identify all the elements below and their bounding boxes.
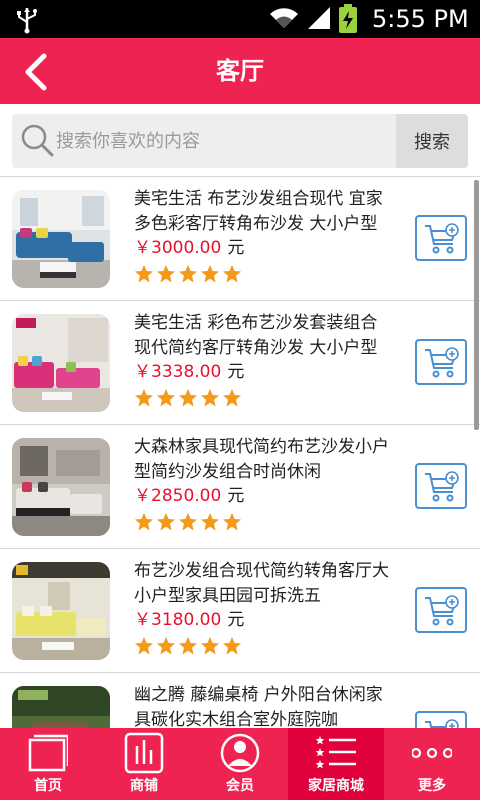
cart-add-icon	[425, 471, 459, 502]
star-icon	[201, 513, 219, 531]
star-icon	[201, 389, 219, 407]
product-price-line: ￥2850.00 元	[134, 483, 244, 509]
product-name: 幽之腾 藤编桌椅 户外阳台休闲家具碳化实木组合室外庭院咖	[134, 685, 383, 728]
product-price-line: ￥3338.00 元	[134, 359, 244, 385]
rating-stars	[134, 512, 242, 534]
product-price: ￥3338.00	[134, 362, 222, 382]
add-to-cart-button[interactable]	[415, 711, 467, 728]
price-unit: 元	[227, 610, 245, 630]
star-icon	[157, 389, 175, 407]
star-icon	[179, 637, 197, 655]
product-price: ￥3000.00	[134, 238, 222, 258]
product-name: 布艺沙发组合现代简约转角客厅大小户型家具田园可拆洗五	[134, 561, 389, 606]
star-icon	[157, 513, 175, 531]
product-name: 大森林家具现代简约布艺沙发小户型简约沙发组合时尚休闲	[134, 437, 389, 482]
product-image	[12, 438, 110, 536]
star-icon	[157, 265, 175, 283]
product-name: 美宅生活 布艺沙发组合现代 宜家多色彩客厅转角布沙发 大小户型	[134, 189, 383, 234]
rating-stars	[134, 264, 242, 286]
more-icon	[412, 747, 452, 759]
nav-home-mall[interactable]: 家居商城	[288, 728, 384, 800]
home-icon	[28, 734, 68, 772]
nav-label: 商铺	[130, 778, 158, 794]
product-price: ￥3180.00	[134, 610, 222, 630]
nav-label: 家居商城	[308, 778, 364, 794]
star-icon	[223, 389, 241, 407]
star-icon	[223, 513, 241, 531]
cart-add-icon	[425, 223, 459, 254]
search-input[interactable]	[56, 114, 404, 168]
star-icon	[157, 637, 175, 655]
star-icon	[135, 389, 153, 407]
add-to-cart-button[interactable]	[415, 339, 467, 385]
add-to-cart-button[interactable]	[415, 587, 467, 633]
product-image	[12, 562, 110, 660]
star-icon	[223, 637, 241, 655]
product-item[interactable]: 美宅生活 布艺沙发组合现代 宜家多色彩客厅转角布沙发 大小户型 ￥3000.00…	[0, 177, 480, 301]
product-price: ￥2850.00	[134, 486, 222, 506]
mall-list-icon	[316, 736, 356, 769]
product-item[interactable]: 布艺沙发组合现代简约转角客厅大小户型家具田园可拆洗五 ￥3180.00 元	[0, 549, 480, 673]
product-name: 美宅生活 彩色布艺沙发套装组合 现代简约客厅转角沙发 大小户型	[134, 313, 378, 358]
price-unit: 元	[227, 238, 245, 258]
scrollbar[interactable]	[474, 180, 479, 430]
title-bar: 客厅	[0, 38, 480, 104]
product-image	[12, 686, 110, 728]
search-button[interactable]: 搜索	[396, 114, 468, 168]
star-icon	[135, 513, 153, 531]
add-to-cart-button[interactable]	[415, 215, 467, 261]
product-item[interactable]: 大森林家具现代简约布艺沙发小户型简约沙发组合时尚休闲 ￥2850.00 元	[0, 425, 480, 549]
rating-stars	[134, 636, 242, 658]
star-icon	[223, 265, 241, 283]
usb-icon	[17, 8, 37, 34]
cart-add-icon	[425, 719, 459, 728]
product-price-line: ￥3000.00 元	[134, 235, 244, 261]
product-item[interactable]: 幽之腾 藤编桌椅 户外阳台休闲家具碳化实木组合室外庭院咖	[0, 673, 480, 728]
search-bar: 搜索	[0, 104, 480, 176]
status-bar: 5:55 PM	[0, 0, 480, 38]
star-icon	[179, 265, 197, 283]
product-image	[12, 190, 110, 288]
nav-label: 更多	[418, 778, 446, 794]
clock: 5:55 PM	[372, 5, 469, 33]
nav-home[interactable]: 首页	[0, 728, 96, 800]
star-icon	[135, 265, 153, 283]
member-icon	[220, 733, 260, 773]
store-icon	[124, 732, 164, 774]
star-icon	[135, 637, 153, 655]
nav-label: 首页	[34, 778, 62, 794]
battery-icon	[339, 4, 357, 33]
price-unit: 元	[227, 362, 245, 382]
back-arrow-icon[interactable]	[20, 52, 56, 92]
rating-stars	[134, 388, 242, 410]
nav-more[interactable]: 更多	[384, 728, 480, 800]
nav-member[interactable]: 会员	[192, 728, 288, 800]
bottom-nav: 首页 商铺 会员 家居商城 更多	[0, 728, 480, 800]
cart-add-icon	[425, 595, 459, 626]
cart-add-icon	[425, 347, 459, 378]
price-unit: 元	[227, 486, 245, 506]
product-price-line: ￥3180.00 元	[134, 607, 244, 633]
product-image	[12, 314, 110, 412]
add-to-cart-button[interactable]	[415, 463, 467, 509]
product-list: 美宅生活 布艺沙发组合现代 宜家多色彩客厅转角布沙发 大小户型 ￥3000.00…	[0, 176, 480, 728]
search-icon	[21, 124, 54, 157]
signal-icon	[308, 7, 330, 29]
star-icon	[179, 513, 197, 531]
star-icon	[201, 265, 219, 283]
search-box: 搜索	[12, 114, 468, 168]
star-icon	[179, 389, 197, 407]
wifi-icon	[270, 8, 298, 28]
star-icon	[201, 637, 219, 655]
nav-store[interactable]: 商铺	[96, 728, 192, 800]
product-item[interactable]: 美宅生活 彩色布艺沙发套装组合 现代简约客厅转角沙发 大小户型 ￥3338.00…	[0, 301, 480, 425]
nav-label: 会员	[226, 778, 254, 794]
page-title: 客厅	[216, 57, 264, 85]
